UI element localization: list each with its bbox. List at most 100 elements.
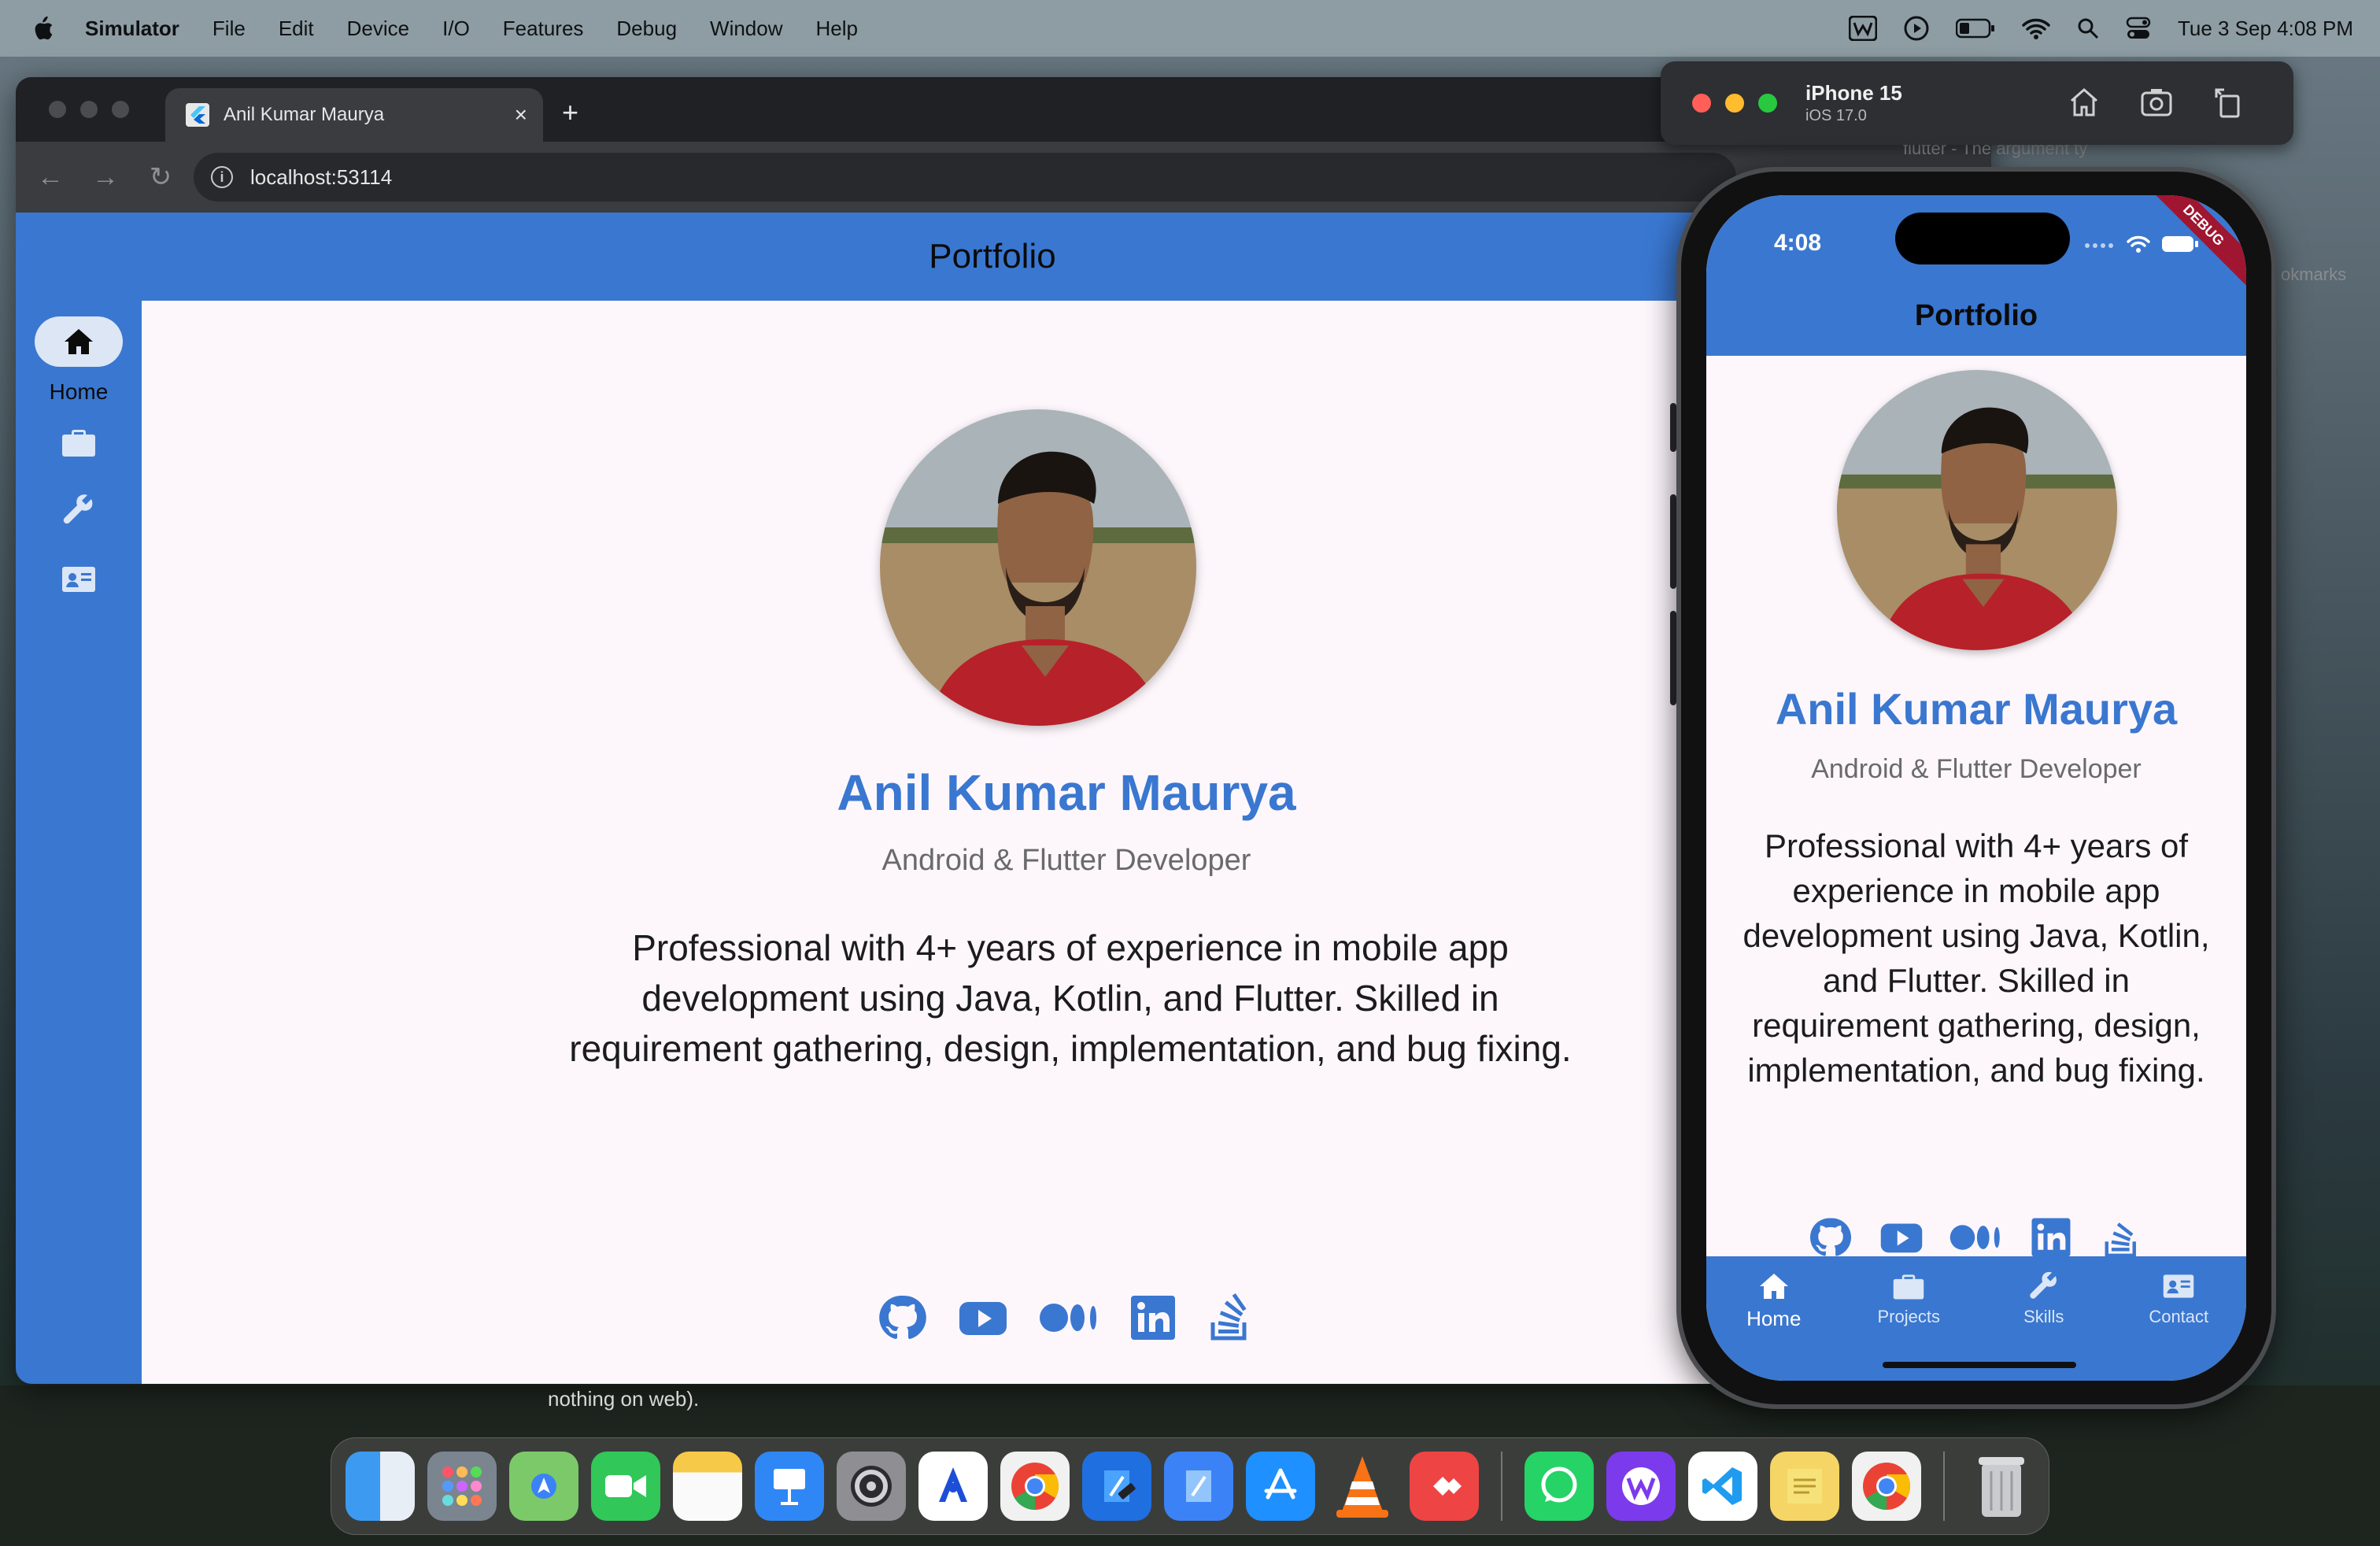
url-input[interactable]: i localhost:53114 — [194, 153, 1736, 202]
zoom-window-button[interactable] — [112, 101, 129, 118]
close-window-button[interactable] — [49, 101, 66, 118]
battery-icon — [2162, 236, 2198, 252]
tab-title: Anil Kumar Maurya — [224, 104, 385, 125]
menu-app-name[interactable]: Simulator — [85, 17, 179, 41]
site-info-icon[interactable]: i — [211, 166, 233, 188]
window-controls — [49, 101, 129, 118]
medium-icon[interactable] — [1038, 1293, 1101, 1343]
apple-icon[interactable] — [31, 15, 55, 42]
xcode-beta-icon[interactable] — [1164, 1452, 1233, 1521]
medium-icon[interactable] — [1949, 1215, 2004, 1259]
rotate-icon[interactable] — [2212, 85, 2246, 120]
dynamic-island — [1895, 213, 2070, 264]
home-icon[interactable] — [2067, 85, 2101, 120]
simulator-minimize-button[interactable] — [1725, 94, 1744, 113]
maps-icon[interactable] — [509, 1452, 578, 1521]
navigation-rail: Home — [16, 301, 142, 1384]
cellular-icon — [2085, 243, 2113, 248]
new-tab-icon[interactable]: + — [562, 96, 578, 129]
w-icon[interactable] — [1848, 16, 1877, 41]
bottom-nav-projects-label: Projects — [1877, 1307, 1940, 1326]
background-window-text: nothing on web). — [548, 1387, 700, 1411]
finder-icon[interactable] — [346, 1452, 415, 1521]
battery-icon[interactable] — [1955, 18, 1995, 39]
github-icon[interactable] — [1807, 1215, 1854, 1259]
minimize-window-button[interactable] — [80, 101, 98, 118]
browser-tab[interactable]: Anil Kumar Maurya × — [165, 88, 543, 142]
vlc-icon[interactable] — [1328, 1452, 1397, 1521]
reload-icon[interactable]: ↻ — [146, 161, 175, 193]
phone-action-button — [1670, 403, 1676, 452]
phone-status-icons — [2084, 235, 2199, 253]
anydesk-icon[interactable] — [1410, 1452, 1479, 1521]
keynote-icon[interactable] — [755, 1452, 824, 1521]
rail-item-projects-work-icon[interactable] — [60, 423, 98, 461]
menu-io[interactable]: I/O — [442, 17, 470, 41]
flutter-favicon-icon — [186, 103, 209, 127]
stickies-icon[interactable] — [1770, 1452, 1839, 1521]
wifi-icon[interactable] — [2022, 17, 2050, 39]
whatsapp-icon[interactable] — [1524, 1452, 1594, 1521]
instruments-icon[interactable] — [918, 1452, 988, 1521]
work-icon — [1894, 1274, 1924, 1300]
play-icon[interactable] — [1904, 16, 1929, 41]
search-icon[interactable] — [2077, 17, 2099, 39]
phone-screen: 4:08 DEBUG Portfolio Anil Kumar Maurya A… — [1706, 195, 2246, 1381]
back-icon[interactable]: ← — [36, 162, 65, 193]
menu-debug[interactable]: Debug — [616, 17, 677, 41]
contact-card-icon — [2164, 1274, 2194, 1298]
menu-bar: Simulator File Edit Device I/O Features … — [0, 0, 2380, 57]
close-tab-icon[interactable]: × — [515, 102, 527, 128]
menubar-datetime[interactable]: Tue 3 Sep 4:08 PM — [2178, 17, 2353, 41]
linkedin-icon[interactable] — [1128, 1293, 1178, 1343]
vscode-icon[interactable] — [1688, 1452, 1757, 1521]
chrome-icon[interactable] — [1000, 1452, 1070, 1521]
youtube-icon[interactable] — [955, 1293, 1011, 1343]
home-icon — [1759, 1274, 1788, 1299]
phone-profile-role: Android & Flutter Developer — [1811, 754, 2142, 784]
menu-features[interactable]: Features — [503, 17, 584, 41]
linkedin-icon[interactable] — [2027, 1215, 2075, 1259]
rail-item-contact-card-icon[interactable] — [60, 560, 98, 598]
dock-separator — [1943, 1452, 1945, 1521]
simulator-close-button[interactable] — [1692, 94, 1711, 113]
phone-profile-bio: Professional with 4+ years of experience… — [1743, 827, 2210, 1089]
notes-icon[interactable] — [673, 1452, 742, 1521]
menu-device[interactable]: Device — [347, 17, 409, 41]
trash-icon[interactable] — [1967, 1452, 2036, 1521]
app-store-icon[interactable] — [1246, 1452, 1315, 1521]
launchpad-icon[interactable] — [427, 1452, 497, 1521]
chrome-icon[interactable] — [1852, 1452, 1921, 1521]
simulator-toolbar: iPhone 15 iOS 17.0 — [1661, 61, 2293, 145]
menu-window[interactable]: Window — [710, 17, 782, 41]
xcode-icon[interactable] — [1082, 1452, 1151, 1521]
home-indicator[interactable] — [1883, 1362, 2076, 1368]
menu-help[interactable]: Help — [816, 17, 858, 41]
bottom-nav-home[interactable]: Home — [1706, 1256, 1842, 1381]
device-name: iPhone 15 — [1805, 81, 1902, 105]
simulator-window-controls — [1692, 94, 1777, 113]
wifi-icon — [2127, 235, 2150, 253]
menu-file[interactable]: File — [213, 17, 246, 41]
control-center-icon[interactable] — [2126, 17, 2151, 40]
device-os: iOS 17.0 — [1805, 107, 1867, 124]
profile-bio: Professional with 4+ years of experience… — [569, 927, 1572, 1069]
stackoverflow-icon[interactable] — [1205, 1293, 1255, 1343]
stackoverflow-icon[interactable] — [2098, 1215, 2145, 1259]
status-time: 4:08 — [1774, 230, 1822, 256]
youtube-icon[interactable] — [1878, 1215, 1925, 1259]
facetime-icon[interactable] — [591, 1452, 660, 1521]
system-settings-icon[interactable] — [837, 1452, 906, 1521]
rail-item-home[interactable] — [35, 316, 123, 367]
screenshot-icon[interactable] — [2139, 85, 2174, 120]
forward-icon[interactable]: → — [91, 162, 120, 193]
dock-separator — [1501, 1452, 1502, 1521]
wps-office-icon[interactable] — [1606, 1452, 1676, 1521]
phone-profile-name: Anil Kumar Maurya — [1775, 684, 2178, 734]
menu-edit[interactable]: Edit — [279, 17, 314, 41]
github-icon[interactable] — [878, 1293, 928, 1343]
bottom-nav-contact[interactable]: Contact — [2112, 1256, 2247, 1381]
rail-item-skills-wrench-icon[interactable] — [60, 491, 98, 529]
simulator-zoom-button[interactable] — [1758, 94, 1777, 113]
dock — [331, 1437, 2049, 1535]
